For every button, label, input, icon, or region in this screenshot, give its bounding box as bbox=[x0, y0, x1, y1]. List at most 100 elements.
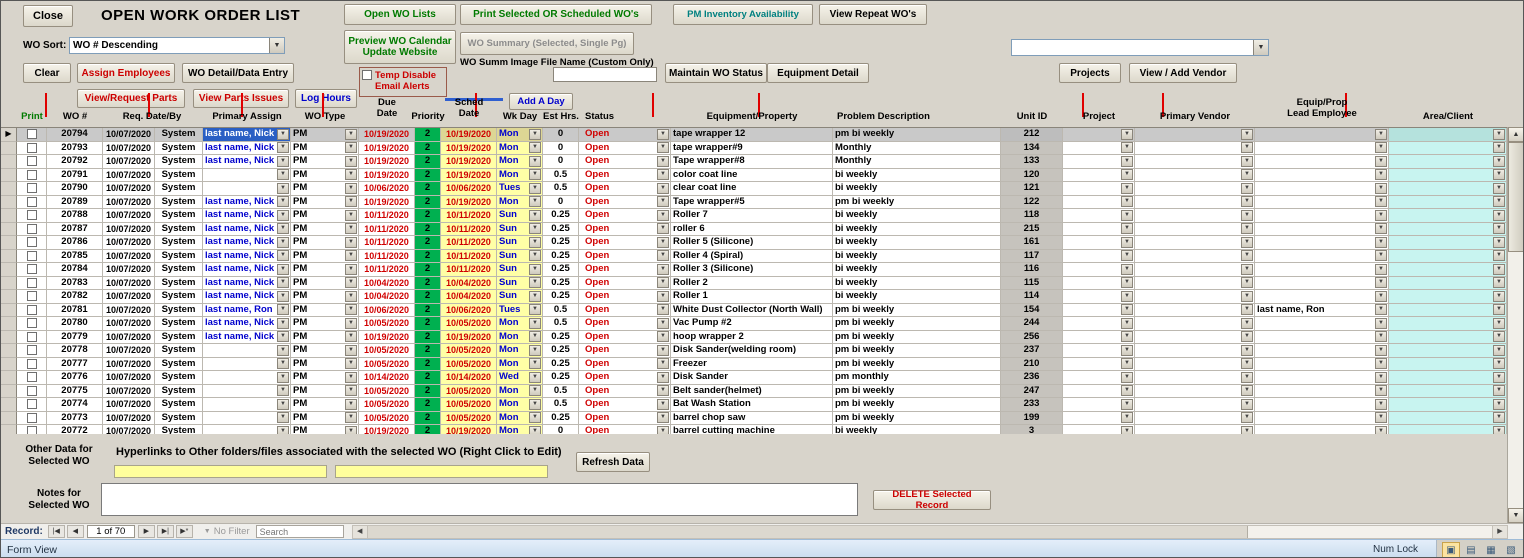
cell-status[interactable]: Open ▼ bbox=[579, 182, 671, 196]
cell-problem[interactable]: pm bi weekly bbox=[833, 357, 1001, 371]
dropdown-arrow-icon[interactable]: ▼ bbox=[345, 304, 357, 316]
cell-vendor[interactable]: ▼ bbox=[1135, 384, 1255, 398]
dropdown-arrow-icon[interactable]: ▼ bbox=[1493, 412, 1505, 424]
dropdown-arrow-icon[interactable]: ▼ bbox=[657, 304, 669, 316]
cell-status[interactable]: Open ▼ bbox=[579, 263, 671, 277]
cell-equip[interactable]: Bat Wash Station bbox=[671, 398, 833, 412]
cell-wo[interactable]: 20793 bbox=[47, 141, 103, 155]
cell-print[interactable] bbox=[17, 344, 47, 358]
cell-priority[interactable]: 2 bbox=[415, 384, 441, 398]
cell-wkday[interactable]: Mon ▼ bbox=[497, 128, 543, 142]
cell-est[interactable]: 0.5 bbox=[543, 168, 579, 182]
cell-vendor[interactable]: ▼ bbox=[1135, 303, 1255, 317]
cell-project[interactable]: ▼ bbox=[1063, 209, 1135, 223]
cell-type[interactable]: PM ▼ bbox=[291, 303, 359, 317]
cell-area[interactable]: ▼ bbox=[1389, 344, 1507, 358]
cell-priority[interactable]: 2 bbox=[415, 168, 441, 182]
table-row[interactable]: 20789 10/07/2020 System last name, Nick ▼ PM ▼… bbox=[1, 195, 1507, 209]
table-row[interactable]: 20792 10/07/2020 System last name, Nick ▼ PM ▼… bbox=[1, 155, 1507, 169]
row-selector[interactable] bbox=[1, 303, 17, 317]
cell-project[interactable]: ▼ bbox=[1063, 317, 1135, 331]
cell-due[interactable]: 10/19/2020 bbox=[359, 141, 415, 155]
cell-wkday[interactable]: Mon ▼ bbox=[497, 141, 543, 155]
cell-vendor[interactable]: ▼ bbox=[1135, 128, 1255, 142]
preview-wo-calendar-button[interactable]: Preview WO Calendar Update Website bbox=[344, 30, 456, 64]
cell-priority[interactable]: 2 bbox=[415, 128, 441, 142]
dropdown-arrow-icon[interactable]: ▼ bbox=[1241, 304, 1253, 316]
cell-type[interactable]: PM ▼ bbox=[291, 209, 359, 223]
print-checkbox[interactable] bbox=[26, 345, 37, 356]
cell-equip[interactable]: Roller 1 bbox=[671, 290, 833, 304]
dropdown-arrow-icon[interactable]: ▼ bbox=[1241, 236, 1253, 248]
add-a-day-button[interactable]: Add A Day bbox=[509, 93, 573, 110]
cell-vendor[interactable]: ▼ bbox=[1135, 263, 1255, 277]
cell-equip[interactable]: Roller 5 (Silicone) bbox=[671, 236, 833, 250]
dropdown-arrow-icon[interactable]: ▼ bbox=[1121, 263, 1133, 275]
cell-type[interactable]: PM ▼ bbox=[291, 317, 359, 331]
cell-assign[interactable]: ▼ bbox=[203, 168, 291, 182]
cell-status[interactable]: Open ▼ bbox=[579, 155, 671, 169]
cell-reqdate[interactable]: 10/07/2020 bbox=[103, 128, 155, 142]
cell-sched[interactable]: 10/19/2020 bbox=[441, 330, 497, 344]
cell-priority[interactable]: 2 bbox=[415, 249, 441, 263]
dropdown-arrow-icon[interactable]: ▼ bbox=[345, 209, 357, 221]
dropdown-arrow-icon[interactable]: ▼ bbox=[1493, 385, 1505, 397]
cell-lead[interactable]: last name, Ron ▼ bbox=[1255, 303, 1389, 317]
cell-equip[interactable]: clear coat line bbox=[671, 182, 833, 196]
dropdown-arrow-icon[interactable]: ▼ bbox=[1493, 331, 1505, 343]
dropdown-arrow-icon[interactable]: ▼ bbox=[529, 358, 541, 370]
cell-type[interactable]: PM ▼ bbox=[291, 276, 359, 290]
cell-est[interactable]: 0.25 bbox=[543, 357, 579, 371]
dropdown-arrow-icon[interactable]: ▼ bbox=[1241, 169, 1253, 181]
cell-problem[interactable]: pm bi weekly bbox=[833, 384, 1001, 398]
horizontal-scrollbar[interactable]: ◀ ▶ bbox=[351, 524, 1508, 539]
dropdown-arrow-icon[interactable]: ▼ bbox=[1493, 358, 1505, 370]
cell-reqby[interactable]: System bbox=[155, 290, 203, 304]
cell-priority[interactable]: 2 bbox=[415, 290, 441, 304]
cell-print[interactable] bbox=[17, 155, 47, 169]
dropdown-arrow-icon[interactable]: ▼ bbox=[1241, 223, 1253, 235]
cell-area[interactable]: ▼ bbox=[1389, 236, 1507, 250]
open-wo-lists-button[interactable]: Open WO Lists bbox=[344, 4, 456, 25]
cell-vendor[interactable]: ▼ bbox=[1135, 236, 1255, 250]
cell-est[interactable]: 0 bbox=[543, 155, 579, 169]
cell-due[interactable]: 10/06/2020 bbox=[359, 303, 415, 317]
dropdown-arrow-icon[interactable]: ▼ bbox=[1375, 236, 1387, 248]
cell-wo[interactable]: 20792 bbox=[47, 155, 103, 169]
dropdown-arrow-icon[interactable]: ▼ bbox=[277, 304, 289, 316]
cell-due[interactable]: 10/19/2020 bbox=[359, 168, 415, 182]
dropdown-arrow-icon[interactable]: ▼ bbox=[1493, 128, 1505, 140]
cell-assign[interactable]: last name, Nick ▼ bbox=[203, 141, 291, 155]
cell-sched[interactable]: 10/05/2020 bbox=[441, 357, 497, 371]
cell-reqdate[interactable]: 10/07/2020 bbox=[103, 330, 155, 344]
dropdown-arrow-icon[interactable]: ▼ bbox=[277, 182, 289, 194]
cell-print[interactable] bbox=[17, 371, 47, 385]
cell-priority[interactable]: 2 bbox=[415, 195, 441, 209]
dropdown-arrow-icon[interactable]: ▼ bbox=[1241, 196, 1253, 208]
cell-print[interactable] bbox=[17, 222, 47, 236]
cell-due[interactable]: 10/05/2020 bbox=[359, 384, 415, 398]
cell-sched[interactable]: 10/11/2020 bbox=[441, 249, 497, 263]
cell-area[interactable]: ▼ bbox=[1389, 303, 1507, 317]
row-selector[interactable] bbox=[1, 249, 17, 263]
cell-equip[interactable]: Roller 4 (Spiral) bbox=[671, 249, 833, 263]
dropdown-arrow-icon[interactable]: ▼ bbox=[657, 236, 669, 248]
cell-area[interactable]: ▼ bbox=[1389, 276, 1507, 290]
dropdown-arrow-icon[interactable]: ▼ bbox=[345, 250, 357, 262]
cell-project[interactable]: ▼ bbox=[1063, 263, 1135, 277]
cell-est[interactable]: 0.25 bbox=[543, 290, 579, 304]
cell-reqby[interactable]: System bbox=[155, 357, 203, 371]
table-row[interactable]: 20775 10/07/2020 System ▼ PM ▼ 10/05/2020 2 10/0… bbox=[1, 384, 1507, 398]
dropdown-arrow-icon[interactable]: ▼ bbox=[1493, 250, 1505, 262]
dropdown-arrow-icon[interactable]: ▼ bbox=[1121, 358, 1133, 370]
cell-reqby[interactable]: System bbox=[155, 195, 203, 209]
dropdown-arrow-icon[interactable]: ▼ bbox=[1241, 263, 1253, 275]
cell-reqdate[interactable]: 10/07/2020 bbox=[103, 182, 155, 196]
dropdown-arrow-icon[interactable]: ▼ bbox=[1121, 344, 1133, 356]
cell-print[interactable] bbox=[17, 357, 47, 371]
cell-project[interactable]: ▼ bbox=[1063, 344, 1135, 358]
table-row[interactable]: 20776 10/07/2020 System ▼ PM ▼ 10/14/2020 2 10/1… bbox=[1, 371, 1507, 385]
cell-project[interactable]: ▼ bbox=[1063, 411, 1135, 425]
cell-lead[interactable]: ▼ bbox=[1255, 290, 1389, 304]
cell-reqdate[interactable]: 10/07/2020 bbox=[103, 168, 155, 182]
